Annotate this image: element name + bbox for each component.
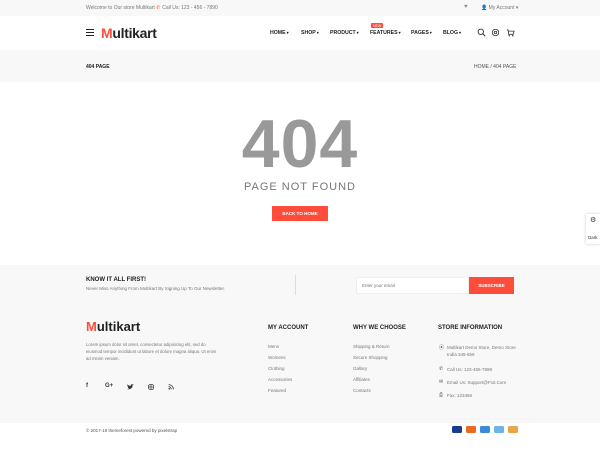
footer-link-featured[interactable]: Featured — [268, 388, 286, 393]
visa-card-icon — [452, 426, 462, 433]
error-message: PAGE NOT FOUND — [244, 181, 356, 193]
nav-label: BLOG — [443, 30, 458, 36]
my-account-link[interactable]: 👤 My Account ▾ — [481, 5, 518, 11]
back-to-home-button[interactable]: BACK TO HOME — [272, 206, 328, 221]
store-fax: Fax: 123456 — [447, 393, 473, 398]
logo-text: ultikart — [112, 25, 157, 41]
footer: Multikart Lorem ipsum dolor sit amet, co… — [0, 305, 600, 423]
chevron-down-icon: ▾ — [286, 30, 289, 35]
footer-link-contacts[interactable]: Contacts — [353, 388, 371, 393]
phone-icon: ✆ — [156, 5, 161, 11]
my-account-label: My Account — [488, 5, 515, 11]
call-text: Call Us: 123 - 456 - 7890 — [162, 5, 218, 11]
site-logo[interactable]: Multikart — [101, 25, 157, 41]
nav-label: PRODUCT — [330, 30, 356, 36]
nav-label: PAGES — [411, 30, 429, 36]
cart-icon[interactable] — [506, 28, 515, 37]
gear-icon[interactable]: ⚙ — [590, 216, 596, 224]
subscribe-button[interactable]: SUBSCRIBE — [469, 277, 514, 294]
store-address: Multikart Demo Store, Demo Store India 3… — [447, 345, 516, 357]
fax-icon: ⎙ — [439, 392, 444, 398]
newsletter-title: KNOW IT ALL FIRST! — [86, 277, 146, 283]
breadcrumb-bar: 404 PAGE HOME / 404 PAGE — [0, 50, 600, 82]
footer-link-shipping[interactable]: Shipping & Return — [353, 344, 390, 349]
footer-link-secure-shopping[interactable]: Secure Shopping — [353, 355, 388, 360]
nav-label: FEATURES — [370, 30, 398, 36]
nav-label: SHOP — [301, 30, 316, 36]
chevron-down-icon: ▾ — [429, 30, 432, 35]
top-bar: Welcome to Our store Multikart ✆ Call Us:… — [0, 0, 600, 16]
footer-link-gallary[interactable]: Gallary — [353, 366, 367, 371]
mastercard-icon — [466, 426, 476, 433]
google-plus-icon[interactable]: G+ — [105, 383, 113, 389]
nav-item-product[interactable]: PRODUCT▾ — [330, 30, 359, 36]
wishlist-heart-icon[interactable]: ♥ — [464, 4, 468, 10]
why-we-choose-heading: WHY WE CHOOSE — [353, 325, 406, 331]
divider — [295, 275, 296, 295]
email-input[interactable] — [356, 277, 469, 294]
store-information-heading: STORE INFORMATION — [438, 325, 503, 331]
envelope-icon: ✉ — [439, 379, 444, 385]
discover-icon — [508, 426, 518, 433]
chevron-down-icon: ▾ — [515, 5, 519, 11]
chevron-down-icon: ▾ — [316, 30, 319, 35]
settings-icon[interactable] — [491, 28, 500, 37]
bottom-bar: © 2017-18 themeforest powered by pixelst… — [0, 423, 600, 450]
main-header: Multikart NEW HOME▾ SHOP▾ PRODUCT▾ FEATU… — [0, 16, 600, 50]
store-email[interactable]: Email Us: Support@Fiot.Com — [447, 379, 522, 386]
twitter-icon[interactable] — [127, 384, 134, 390]
footer-link-affiliates[interactable]: Affiliates — [353, 377, 370, 382]
nav-item-features[interactable]: FEATURES▾ — [370, 30, 401, 36]
dark-mode-toggle[interactable]: Dark — [588, 235, 598, 240]
rss-icon[interactable] — [168, 384, 174, 390]
newsletter-section: KNOW IT ALL FIRST! Never Miss Anything F… — [0, 265, 600, 305]
footer-link-womens[interactable]: Womens — [268, 355, 286, 360]
phone-icon: ✆ — [439, 366, 444, 372]
chevron-down-icon: ▾ — [398, 30, 401, 35]
page-title: 404 PAGE — [86, 64, 110, 70]
search-icon[interactable] — [477, 28, 486, 37]
footer-link-clothing[interactable]: Clothing — [268, 366, 285, 371]
store-phone: Call Us: 123-456-7898 — [447, 367, 493, 372]
nav-item-home[interactable]: HOME▾ — [270, 30, 289, 36]
newsletter-subtitle: Never Miss Anything From Multikart By Si… — [86, 286, 225, 291]
nav-item-pages[interactable]: PAGES▾ — [411, 30, 432, 36]
chevron-down-icon: ▾ — [356, 30, 359, 35]
logo-text: ultikart — [96, 319, 141, 334]
user-icon: 👤 — [481, 5, 488, 11]
nav-label: HOME — [270, 30, 286, 36]
welcome-text: Welcome to Our store Multikart — [86, 5, 155, 11]
logo-letter: M — [101, 25, 113, 41]
error-code: 404 — [241, 106, 359, 182]
logo-letter: M — [86, 319, 97, 334]
nav-item-blog[interactable]: BLOG▾ — [443, 30, 461, 36]
nav-item-shop[interactable]: SHOP▾ — [301, 30, 319, 36]
chevron-down-icon: ▾ — [459, 30, 462, 35]
instagram-icon[interactable] — [148, 384, 154, 390]
new-badge: NEW — [371, 23, 384, 28]
my-account-heading: MY ACCOUNT — [268, 325, 309, 331]
footer-link-mens[interactable]: Mens — [268, 344, 279, 349]
copyright-text: © 2017-18 themeforest powered by pixelst… — [86, 428, 178, 433]
footer-logo[interactable]: Multikart — [86, 319, 140, 334]
amex-icon — [494, 426, 504, 433]
footer-link-accessories[interactable]: Accessories — [268, 377, 292, 382]
map-marker-icon: ⦿ — [439, 345, 445, 351]
theme-side-widget[interactable]: ⚙ Dark — [586, 214, 600, 244]
call-info: ✆ Call Us: 123 - 456 - 7890 — [156, 5, 218, 11]
paypal-icon — [480, 426, 490, 433]
hamburger-menu-icon[interactable] — [86, 29, 94, 37]
footer-about-text: Lorem ipsum dolor sit amet, consectetur … — [86, 342, 217, 361]
facebook-icon[interactable]: f — [86, 383, 88, 389]
breadcrumb[interactable]: HOME / 404 PAGE — [474, 64, 516, 70]
